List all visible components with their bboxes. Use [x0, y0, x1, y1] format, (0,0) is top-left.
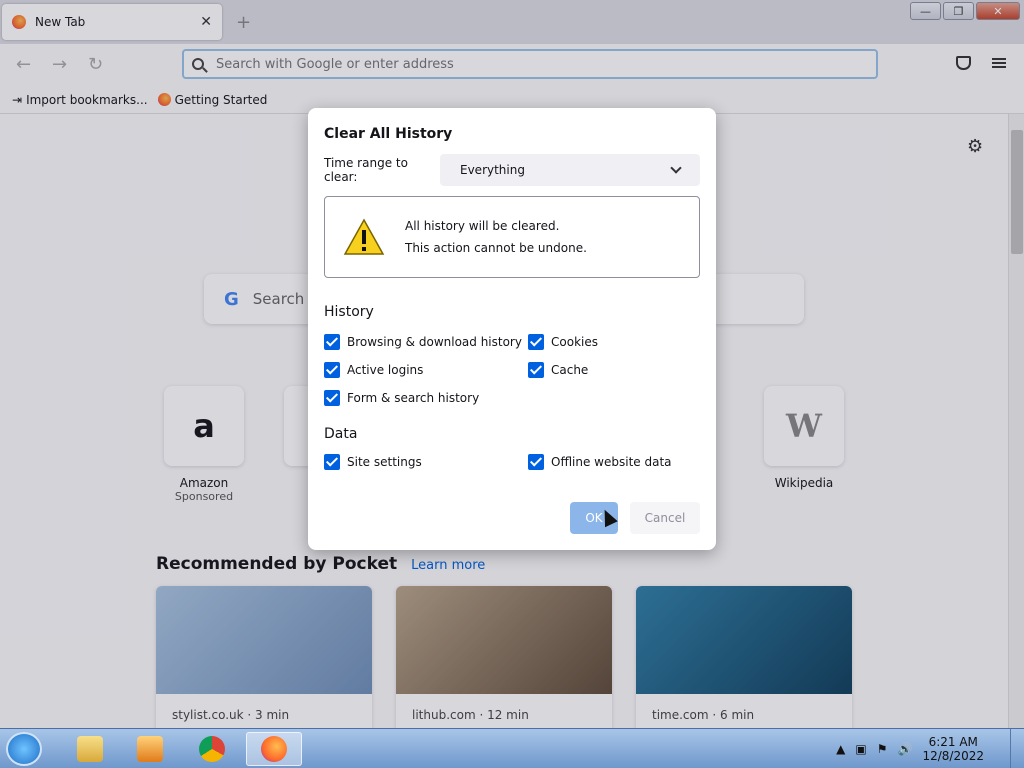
checkbox-checked[interactable] — [324, 334, 340, 350]
history-heading: History — [324, 304, 374, 320]
show-desktop-button[interactable] — [1010, 729, 1024, 768]
taskbar-explorer[interactable] — [62, 732, 118, 766]
checkbox-active-logins[interactable]: Active logins — [324, 362, 528, 378]
taskbar-chrome[interactable] — [184, 732, 240, 766]
checkbox-checked[interactable] — [324, 362, 340, 378]
media-player-icon — [137, 736, 163, 762]
checkbox-label: Cache — [551, 363, 589, 377]
history-options: Browsing & download history Cookies Acti… — [324, 334, 700, 406]
warning-box: All history will be cleared. This action… — [324, 196, 700, 278]
checkbox-label: Site settings — [347, 455, 422, 469]
network-icon[interactable]: ▣ — [855, 742, 866, 756]
warning-line-1: All history will be cleared. — [405, 219, 560, 233]
taskbar: ▲ ▣ ⚑ 🔊 6:21 AM 12/8/2022 — [0, 728, 1024, 768]
checkbox-cookies[interactable]: Cookies — [528, 334, 698, 350]
dialog-buttons: OK Cancel — [570, 502, 700, 534]
folder-icon — [77, 736, 103, 762]
taskbar-firefox[interactable] — [246, 732, 302, 766]
time-range-label: Time range to clear: — [324, 156, 408, 184]
checkbox-cache[interactable]: Cache — [528, 362, 698, 378]
data-options: Site settings Offline website data — [324, 454, 700, 470]
firefox-icon — [261, 736, 287, 762]
cancel-button[interactable]: Cancel — [630, 502, 700, 534]
checkbox-label: Offline website data — [551, 455, 672, 469]
checkbox-label: Cookies — [551, 335, 598, 349]
taskbar-media-player[interactable] — [122, 732, 178, 766]
volume-icon[interactable]: 🔊 — [898, 742, 913, 756]
data-heading: Data — [324, 426, 358, 442]
dialog-title: Clear All History — [324, 126, 453, 142]
start-button[interactable] — [6, 732, 42, 766]
clock[interactable]: 6:21 AM 12/8/2022 — [922, 735, 984, 763]
checkbox-checked[interactable] — [324, 390, 340, 406]
clock-time: 6:21 AM — [928, 735, 978, 749]
chrome-icon — [199, 736, 225, 762]
tray-expand-icon[interactable]: ▲ — [836, 742, 845, 756]
checkbox-label: Browsing & download history — [347, 335, 522, 349]
checkbox-checked[interactable] — [528, 362, 544, 378]
clock-date: 12/8/2022 — [922, 749, 984, 763]
checkbox-checked[interactable] — [324, 454, 340, 470]
clear-history-dialog: Clear All History Time range to clear: E… — [308, 108, 716, 550]
checkbox-site-settings[interactable]: Site settings — [324, 454, 528, 470]
warning-line-2: This action cannot be undone. — [405, 241, 587, 255]
checkbox-checked[interactable] — [528, 454, 544, 470]
checkbox-form-search-history[interactable]: Form & search history — [324, 390, 528, 406]
flag-icon[interactable]: ⚑ — [877, 742, 888, 756]
chevron-down-icon — [670, 162, 682, 174]
checkbox-label: Form & search history — [347, 391, 480, 405]
checkbox-browsing-history[interactable]: Browsing & download history — [324, 334, 528, 350]
checkbox-label: Active logins — [347, 363, 424, 377]
checkbox-offline-website-data[interactable]: Offline website data — [528, 454, 698, 470]
warning-icon — [343, 218, 385, 256]
checkbox-checked[interactable] — [528, 334, 544, 350]
system-tray: ▲ ▣ ⚑ 🔊 6:21 AM 12/8/2022 — [836, 735, 984, 763]
time-range-select[interactable]: Everything — [440, 154, 700, 186]
time-range-value: Everything — [460, 163, 525, 177]
